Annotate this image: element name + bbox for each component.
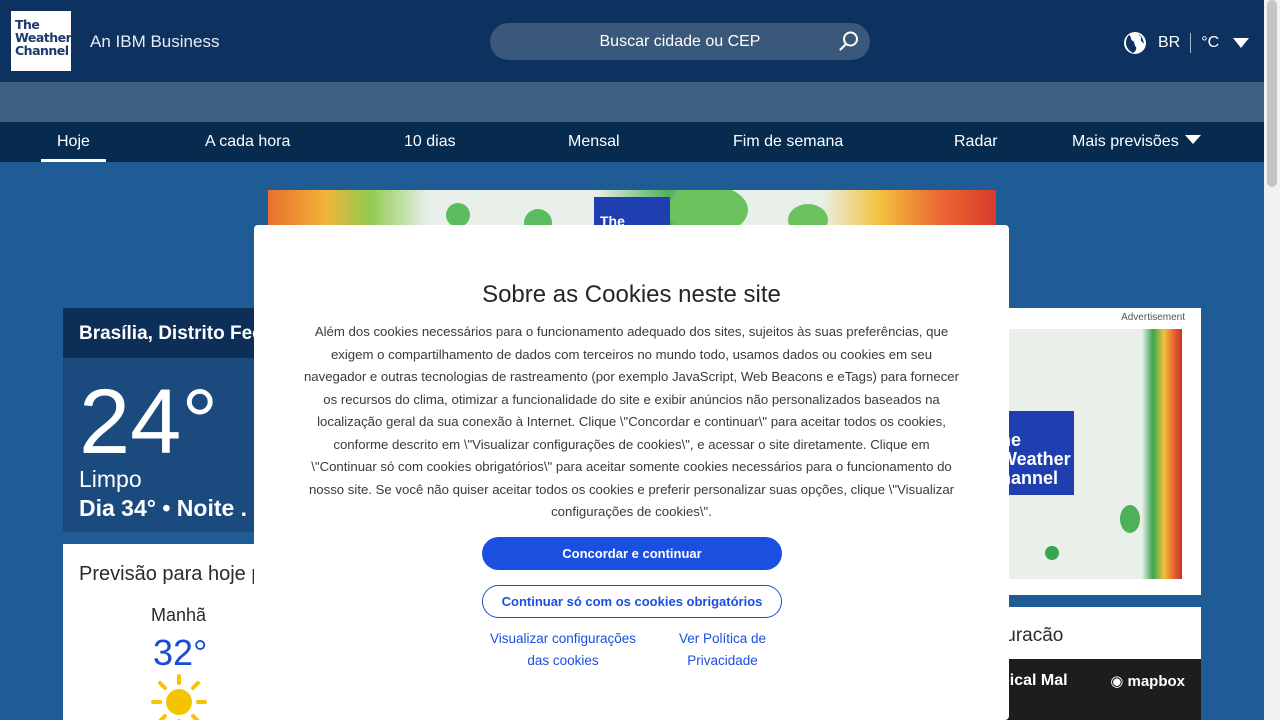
forecast-period-morning: Manhã — [151, 605, 207, 625]
globe-icon — [1124, 32, 1146, 54]
nav-item-hourly[interactable]: A cada hora — [205, 133, 290, 151]
mapbox-icon: ◉ — [1110, 673, 1124, 690]
site-header: The Weather Channel An IBM Business Busc… — [0, 0, 1264, 82]
nav-item-hoje[interactable]: Hoje — [41, 133, 106, 162]
weather-channel-logo[interactable]: The Weather Channel — [11, 11, 72, 71]
hurricane-map[interactable]: pical Mal ◉ mapbox — [1000, 659, 1201, 720]
nav-item-radar[interactable]: Radar — [954, 133, 998, 151]
search-input[interactable]: Buscar cidade ou CEP — [490, 33, 870, 51]
ad-label: Advertisement — [1121, 312, 1185, 323]
ad-radar-art — [1045, 505, 1140, 560]
cookie-consent-modal: Sobre as Cookies neste site Além dos coo… — [254, 225, 1009, 720]
caret-down-icon — [1184, 135, 1201, 144]
current-phrase: Limpo — [79, 466, 142, 492]
day-night-temps: Dia 34° • Noite . — [79, 495, 248, 521]
search-icon[interactable] — [838, 30, 860, 52]
nav-item-more-label: Mais previsões — [1072, 133, 1179, 150]
hurricane-card[interactable]: furacão pical Mal ◉ mapbox — [1000, 607, 1201, 720]
cookie-settings-link[interactable]: Visualizar configurações das cookies — [480, 628, 646, 671]
ad-image[interactable]: he Weather hannel — [1000, 329, 1182, 579]
scrollbar-thumb[interactable] — [1267, 0, 1277, 187]
sun-icon — [151, 674, 207, 720]
nav-item-weekend[interactable]: Fim de semana — [733, 133, 843, 151]
nav-item-monthly[interactable]: Mensal — [568, 133, 620, 151]
nav-item-10-days[interactable]: 10 dias — [404, 133, 456, 151]
mapbox-label: mapbox — [1127, 673, 1185, 690]
hurricane-title: furacão — [1000, 625, 1064, 646]
region-label[interactable]: BR — [1158, 34, 1180, 52]
locale-divider — [1190, 33, 1192, 53]
mapbox-logo: ◉ mapbox — [1110, 672, 1185, 690]
search-box[interactable]: Buscar cidade ou CEP — [490, 23, 870, 60]
hurricane-map-label: pical Mal — [1000, 672, 1068, 689]
required-cookies-only-button[interactable]: Continuar só com os cookies obrigatórios — [482, 585, 782, 618]
ibm-tagline: An IBM Business — [90, 32, 220, 51]
chevron-down-icon[interactable] — [1233, 38, 1250, 48]
main-nav: Hoje A cada hora 10 dias Mensal Fim de s… — [0, 122, 1264, 162]
forecast-temperature: 32° — [153, 632, 208, 673]
accept-cookies-button[interactable]: Concordar e continuar — [482, 537, 782, 570]
cookie-modal-title: Sobre as Cookies neste site — [482, 281, 781, 308]
sub-header-strip — [0, 82, 1264, 122]
logo-line-3: Channel — [15, 43, 69, 58]
locale-selector[interactable]: BR °C — [1123, 31, 1250, 55]
page-scrollbar[interactable] — [1264, 0, 1280, 720]
cookie-modal-body: Além dos cookies necessários para o func… — [303, 324, 960, 519]
nav-item-more-forecasts[interactable]: Mais previsões — [1072, 133, 1201, 151]
privacy-policy-link[interactable]: Ver Política de Privacidade — [659, 628, 786, 671]
side-ad-card[interactable]: Advertisement he Weather hannel — [1000, 308, 1201, 595]
forecast-title: Previsão para hoje p — [79, 563, 263, 585]
unit-label[interactable]: °C — [1201, 34, 1219, 52]
current-temperature: 24° — [79, 371, 219, 473]
